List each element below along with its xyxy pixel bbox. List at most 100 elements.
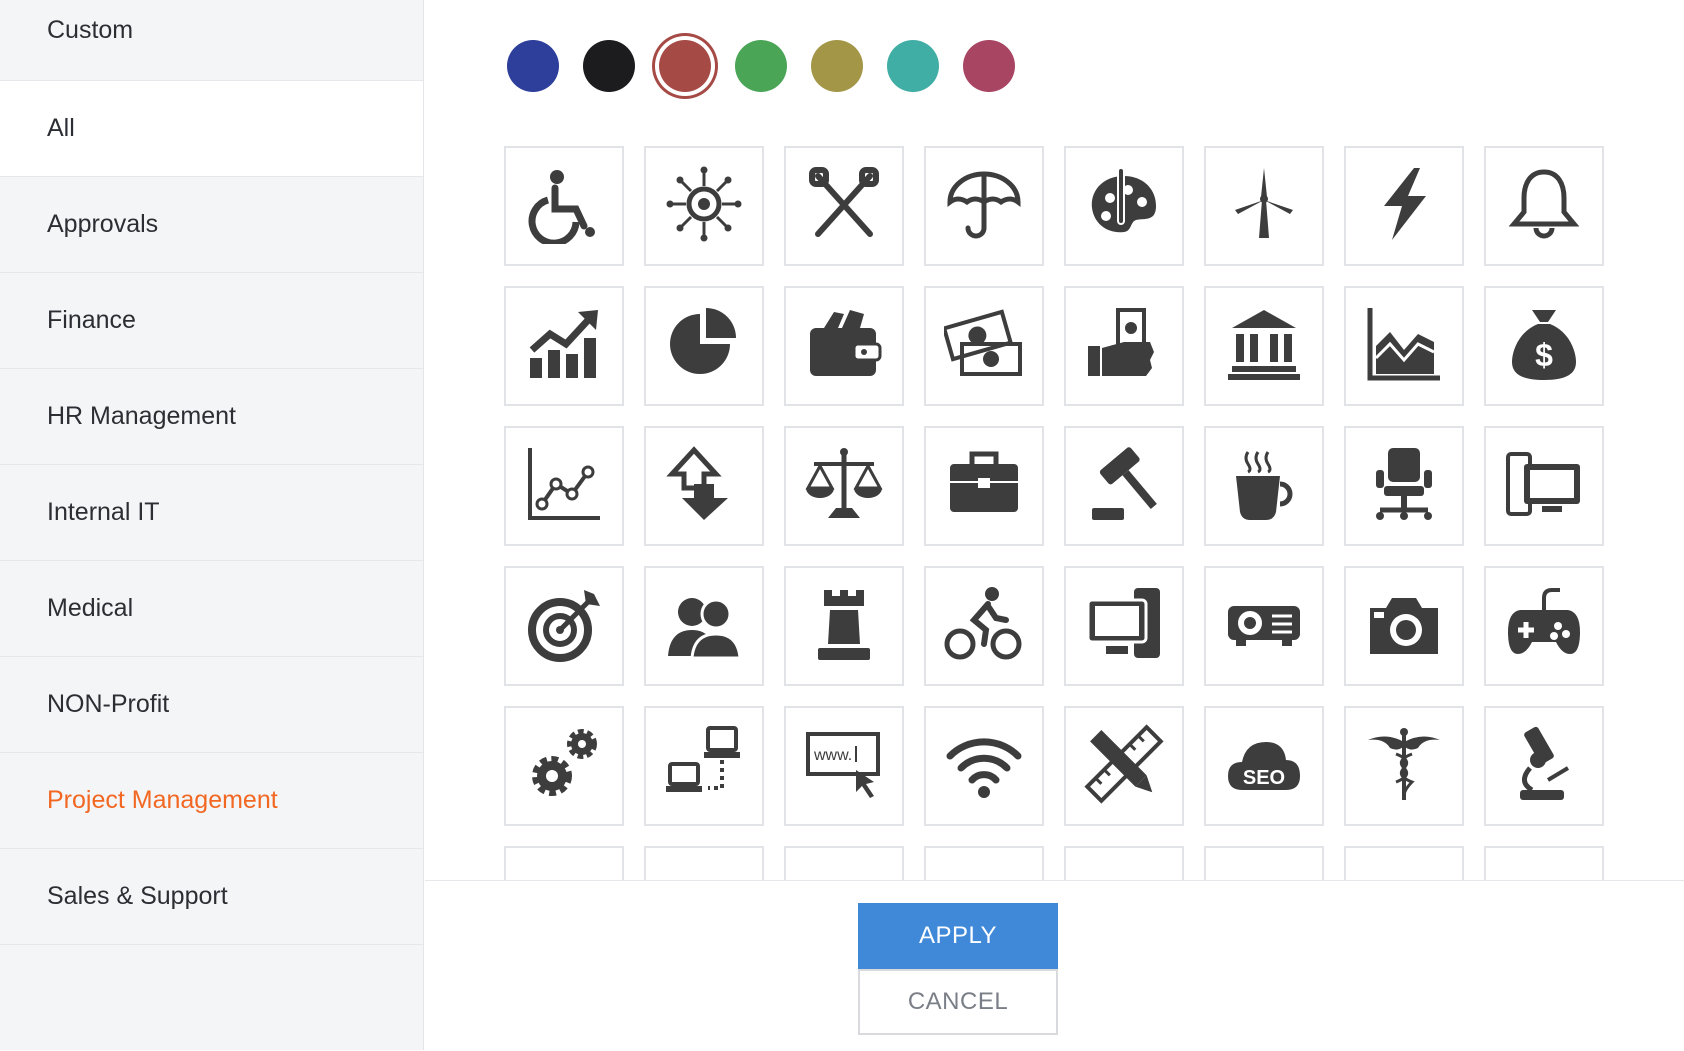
sidebar-item-sales-support[interactable]: Sales & Support <box>0 849 423 945</box>
icon-tile[interactable] <box>1204 846 1324 880</box>
icon-tile[interactable] <box>924 846 1044 880</box>
sidebar-item-medical[interactable]: Medical <box>0 561 423 657</box>
icon-tile[interactable] <box>924 566 1044 686</box>
icon-tile[interactable] <box>1344 566 1464 686</box>
sidebar-item-label: Sales & Support <box>47 882 228 910</box>
svg-text:SEO: SEO <box>1243 767 1285 789</box>
icon-tile[interactable] <box>784 286 904 406</box>
icon-tile[interactable] <box>1344 426 1464 546</box>
desktop-computer-icon <box>1504 444 1584 529</box>
icon-tile[interactable] <box>644 426 764 546</box>
icon-tile[interactable] <box>504 706 624 826</box>
icon-tile[interactable] <box>1484 146 1604 266</box>
color-swatch-3[interactable] <box>659 40 711 92</box>
sidebar-item-finance[interactable]: Finance <box>0 273 423 369</box>
icon-tile[interactable] <box>644 146 764 266</box>
color-swatch-1[interactable] <box>507 40 559 92</box>
target-icon <box>524 584 604 669</box>
icon-tile[interactable] <box>784 426 904 546</box>
partial-icon-4 <box>944 864 1024 881</box>
color-swatch-row <box>507 40 1039 92</box>
projector-icon <box>1224 584 1304 669</box>
art-palette-icon <box>1084 164 1164 249</box>
cancel-button[interactable]: CANCEL <box>858 969 1058 1035</box>
network-icon <box>664 724 744 809</box>
icon-tile[interactable] <box>1064 286 1184 406</box>
icon-tile[interactable] <box>1484 846 1604 880</box>
icon-tile[interactable]: SEO <box>1204 706 1324 826</box>
pie-chart-icon <box>664 304 744 389</box>
icon-tile[interactable] <box>924 286 1044 406</box>
virus-icon <box>664 164 744 249</box>
icon-tile[interactable] <box>1064 706 1184 826</box>
color-swatch-5[interactable] <box>811 40 863 92</box>
area-chart-icon <box>1364 304 1444 389</box>
color-swatch-6[interactable] <box>887 40 939 92</box>
sidebar-item-label: All <box>47 114 75 142</box>
transfer-arrows-icon <box>664 444 744 529</box>
icon-tile[interactable] <box>784 146 904 266</box>
icon-tile[interactable] <box>504 286 624 406</box>
hand-holding-cash-icon <box>1084 304 1164 389</box>
icon-tile[interactable] <box>1344 286 1464 406</box>
icon-tile[interactable] <box>1204 146 1324 266</box>
icon-tile[interactable] <box>1204 566 1324 686</box>
icon-tile[interactable] <box>1484 426 1604 546</box>
growth-chart-icon <box>524 304 604 389</box>
color-swatch-2[interactable] <box>583 40 635 92</box>
icon-tile[interactable] <box>1344 706 1464 826</box>
umbrella-icon <box>944 164 1024 249</box>
bank-building-icon <box>1224 304 1304 389</box>
color-swatch-4[interactable] <box>735 40 787 92</box>
sidebar-item-label: Approvals <box>47 210 159 238</box>
icon-tile[interactable] <box>504 146 624 266</box>
partial-icon-1 <box>524 864 604 881</box>
apply-button[interactable]: APPLY <box>858 903 1058 969</box>
icon-tile[interactable] <box>644 706 764 826</box>
sidebar-item-approvals[interactable]: Approvals <box>0 177 423 273</box>
icon-tile[interactable]: $ <box>1484 286 1604 406</box>
sidebar-item-all[interactable]: All <box>0 81 423 177</box>
caduceus-icon <box>1364 724 1444 809</box>
icon-tile[interactable] <box>1484 706 1604 826</box>
icon-tile[interactable] <box>1064 566 1184 686</box>
icon-tile[interactable] <box>784 846 904 880</box>
camera-icon <box>1364 584 1444 669</box>
icon-tile[interactable] <box>1484 566 1604 686</box>
sidebar-item-label: Finance <box>47 306 136 334</box>
icon-tile[interactable] <box>784 566 904 686</box>
icon-tile[interactable] <box>1344 846 1464 880</box>
line-graph-icon <box>524 444 604 529</box>
icon-tile[interactable] <box>1064 426 1184 546</box>
icon-tile[interactable] <box>504 426 624 546</box>
icon-tile[interactable] <box>1204 426 1324 546</box>
sidebar-item-hr-management[interactable]: HR Management <box>0 369 423 465</box>
scales-icon <box>804 444 884 529</box>
icon-tile[interactable] <box>644 846 764 880</box>
icon-tile[interactable] <box>924 426 1044 546</box>
icon-tile[interactable] <box>644 286 764 406</box>
icon-picker-panel: $ www. SEO <box>425 0 1684 880</box>
icon-tile[interactable] <box>1204 286 1324 406</box>
lightning-bolt-icon <box>1364 164 1444 249</box>
icon-tile[interactable] <box>1064 846 1184 880</box>
wind-turbine-icon <box>1224 164 1304 249</box>
icon-tile[interactable]: www. <box>784 706 904 826</box>
pencil-ruler-icon <box>1084 723 1164 809</box>
icon-tile[interactable] <box>924 146 1044 266</box>
sidebar-item-label: Project Management <box>47 786 278 814</box>
icon-tile[interactable] <box>1064 146 1184 266</box>
sidebar-item-internal-it[interactable]: Internal IT <box>0 465 423 561</box>
sidebar-item-non-profit[interactable]: NON-Profit <box>0 657 423 753</box>
sidebar-item-custom[interactable]: Custom <box>0 0 423 81</box>
icon-tile[interactable] <box>504 846 624 880</box>
color-swatch-7[interactable] <box>963 40 1015 92</box>
sidebar-item-project-management[interactable]: Project Management <box>0 753 423 849</box>
icon-tile[interactable] <box>1344 146 1464 266</box>
partial-icon-6 <box>1224 864 1304 881</box>
gears-icon <box>524 724 604 809</box>
icon-tile[interactable] <box>504 566 624 686</box>
money-bag-icon: $ <box>1504 304 1584 389</box>
icon-tile[interactable] <box>924 706 1044 826</box>
icon-tile[interactable] <box>644 566 764 686</box>
